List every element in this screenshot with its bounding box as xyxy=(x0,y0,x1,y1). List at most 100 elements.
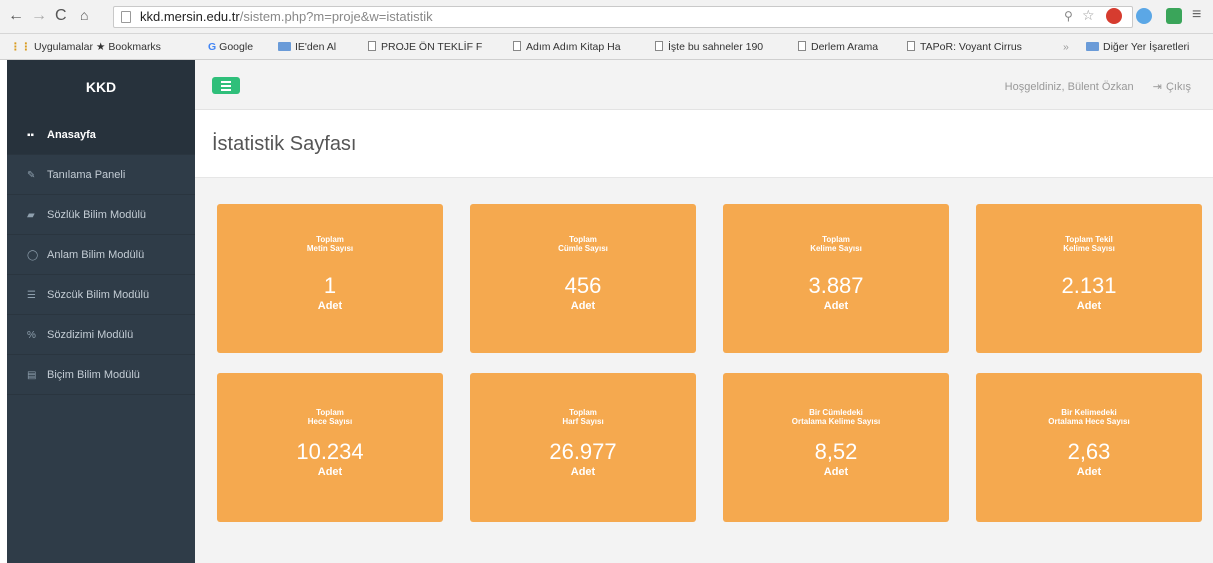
doc-icon xyxy=(513,41,521,51)
sidebar-item-tanilama[interactable]: ✎ Tanılama Paneli xyxy=(7,155,195,195)
stat-unit: Adet xyxy=(823,300,849,312)
browser-toolbar: ← → C ⌂ kkd.mersin.edu.tr/sistem.php?m=p… xyxy=(0,0,1213,34)
stat-label: Kelime Sayısı xyxy=(810,244,862,253)
menu-icon[interactable]: ≡ xyxy=(1192,6,1201,24)
bookmark-proje[interactable]: PROJE ÖN TEKLİF F xyxy=(368,41,482,53)
stat-label: Metin Sayısı xyxy=(306,244,354,253)
grid-icon: ▪▪ xyxy=(27,130,35,141)
star-icon: ★ xyxy=(96,41,106,53)
top-bar: Hoşgeldiniz, Bülent Özkan ⇥ Çıkış xyxy=(195,60,1213,110)
menu-toggle-button[interactable] xyxy=(212,77,240,94)
sidebar-item-label: Sözlük Bilim Modülü xyxy=(47,209,147,221)
address-bar[interactable]: kkd.mersin.edu.tr/sistem.php?m=proje&w=i… xyxy=(113,6,1133,28)
stat-label: Bir Kelimedeki xyxy=(1061,408,1117,417)
bookmark-sahneler[interactable]: İşte bu sahneler 190 xyxy=(655,41,763,53)
sidebar-item-label: Sözcük Bilim Modülü xyxy=(47,289,150,301)
stat-label: Toplam xyxy=(316,235,344,244)
sidebar: KKD ▪▪ Anasayfa ✎ Tanılama Paneli ▰ Sözlük … xyxy=(7,60,195,563)
bookmark-tapor[interactable]: TAPoR: Voyant Cirrus xyxy=(907,41,1022,53)
bookmark-apps[interactable]: ⋮⋮ Uygulamalar xyxy=(10,41,93,53)
stat-label: Toplam xyxy=(316,408,344,417)
forward-arrow-icon[interactable]: → xyxy=(31,7,47,25)
stat-unit: Adet xyxy=(317,466,343,478)
extension-red-icon[interactable] xyxy=(1106,8,1122,24)
stat-value: 10.234 xyxy=(296,439,364,464)
stat-card-harf: Toplam Harf Sayısı 26.977 Adet xyxy=(470,373,696,522)
page-icon xyxy=(121,11,131,23)
list-icon: ☰ xyxy=(27,290,36,301)
stat-value: 1 xyxy=(323,273,337,298)
zoom-icon[interactable]: ⚲ xyxy=(1064,9,1073,23)
stat-label: Harf Sayısı xyxy=(562,417,604,426)
stat-card-hece: Toplam Hece Sayısı 10.234 Adet xyxy=(217,373,443,522)
stat-label: Toplam xyxy=(569,408,597,417)
doc-icon xyxy=(907,41,915,51)
extension-shield-icon[interactable] xyxy=(1166,8,1182,24)
page-title: İstatistik Sayfası xyxy=(212,133,357,155)
stat-value: 26.977 xyxy=(549,439,617,464)
more-bookmarks-chevron[interactable]: » xyxy=(1063,41,1069,53)
home-icon[interactable]: ⌂ xyxy=(80,7,88,23)
stat-unit: Adet xyxy=(570,300,596,312)
book-icon: ▰ xyxy=(27,210,35,221)
bookmark-other[interactable]: Diğer Yer İşaretleri xyxy=(1086,41,1189,53)
sidebar-item-label: Anasayfa xyxy=(47,129,96,141)
bookmark-iedenal[interactable]: IE'den Al xyxy=(278,41,336,53)
sidebar-item-sozluk[interactable]: ▰ Sözlük Bilim Modülü xyxy=(7,195,195,235)
stat-label: Ortalama Hece Sayısı xyxy=(1048,417,1130,426)
bookmark-bookmarks[interactable]: ★ Bookmarks xyxy=(96,41,161,53)
sidebar-item-anlam[interactable]: ◯ Anlam Bilim Modülü xyxy=(7,235,195,275)
doc-icon xyxy=(655,41,663,51)
stat-unit: Adet xyxy=(1076,466,1102,478)
sidebar-item-anasayfa[interactable]: ▪▪ Anasayfa xyxy=(7,115,195,155)
doc-icon xyxy=(368,41,376,51)
stat-value: 3.887 xyxy=(808,273,864,298)
brand-logo[interactable]: KKD xyxy=(7,60,195,115)
bookmark-kitap[interactable]: Adım Adım Kitap Ha xyxy=(513,41,621,53)
url-path: /sistem.php?m=proje&w=istatistik xyxy=(239,9,433,24)
star-icon[interactable]: ☆ xyxy=(1082,7,1095,24)
stat-label: Kelime Sayısı xyxy=(1063,244,1115,253)
sidebar-item-sozcuk[interactable]: ☰ Sözcük Bilim Modülü xyxy=(7,275,195,315)
logout-link[interactable]: Çıkış xyxy=(1166,81,1191,93)
folder-icon xyxy=(278,42,291,51)
url-host: kkd.mersin.edu.tr xyxy=(140,9,240,24)
back-arrow-icon[interactable]: ← xyxy=(8,7,24,25)
stat-label: Hece Sayısı xyxy=(307,417,353,426)
welcome-text: Hoşgeldiniz, Bülent Özkan xyxy=(1004,81,1134,93)
stat-label: Toplam xyxy=(569,235,597,244)
stat-card-kelime: Toplam Kelime Sayısı 3.887 Adet xyxy=(723,204,949,353)
stat-card-cumle: Toplam Cümle Sayısı 456 Adet xyxy=(470,204,696,353)
google-icon: G xyxy=(208,41,217,53)
reload-icon[interactable]: C xyxy=(55,7,67,25)
stat-unit: Adet xyxy=(317,300,343,312)
doc-icon xyxy=(798,41,806,51)
sidebar-item-label: Tanılama Paneli xyxy=(47,169,126,181)
sidebar-item-label: Sözdizimi Modülü xyxy=(47,329,134,341)
pencil-icon: ✎ xyxy=(27,170,36,181)
bookmarks-bar: ⋮⋮ Uygulamalar ★ Bookmarks G Google IE'den … xyxy=(0,34,1213,60)
extension-blue-icon[interactable] xyxy=(1136,8,1152,24)
stat-card-ortalama-kelime: Bir Cümledeki Ortalama Kelime Sayısı 8,5… xyxy=(723,373,949,522)
apps-grid-icon: ⋮⋮ xyxy=(10,41,31,53)
bookmark-derlem[interactable]: Derlem Arama xyxy=(798,41,878,53)
stat-card-tekil-kelime: Toplam Tekil Kelime Sayısı 2.131 Adet xyxy=(976,204,1202,353)
stat-value: 8,52 xyxy=(814,439,858,464)
sidebar-item-bicim[interactable]: ▤ Biçim Bilim Modülü xyxy=(7,355,195,395)
bookmark-google[interactable]: G Google xyxy=(208,41,253,53)
stat-value: 2.131 xyxy=(1061,273,1117,298)
page-header: İstatistik Sayfası xyxy=(195,110,1213,178)
stat-label: Bir Cümledeki xyxy=(809,408,863,417)
sidebar-item-sozdizimi[interactable]: % Sözdizimi Modülü xyxy=(7,315,195,355)
logout-icon[interactable]: ⇥ xyxy=(1153,81,1162,93)
stat-card-metin: Toplam Metin Sayısı 1 Adet xyxy=(217,204,443,353)
stat-value: 2,63 xyxy=(1067,439,1111,464)
stat-value: 456 xyxy=(564,273,602,298)
stat-label: Cümle Sayısı xyxy=(558,244,608,253)
user-area: Hoşgeldiniz, Bülent Özkan ⇥ Çıkış xyxy=(1005,80,1191,93)
stat-label: Toplam xyxy=(822,235,850,244)
stat-unit: Adet xyxy=(823,466,849,478)
circle-icon: ◯ xyxy=(27,250,39,261)
sidebar-item-label: Anlam Bilim Modülü xyxy=(47,249,145,261)
stat-unit: Adet xyxy=(570,466,596,478)
